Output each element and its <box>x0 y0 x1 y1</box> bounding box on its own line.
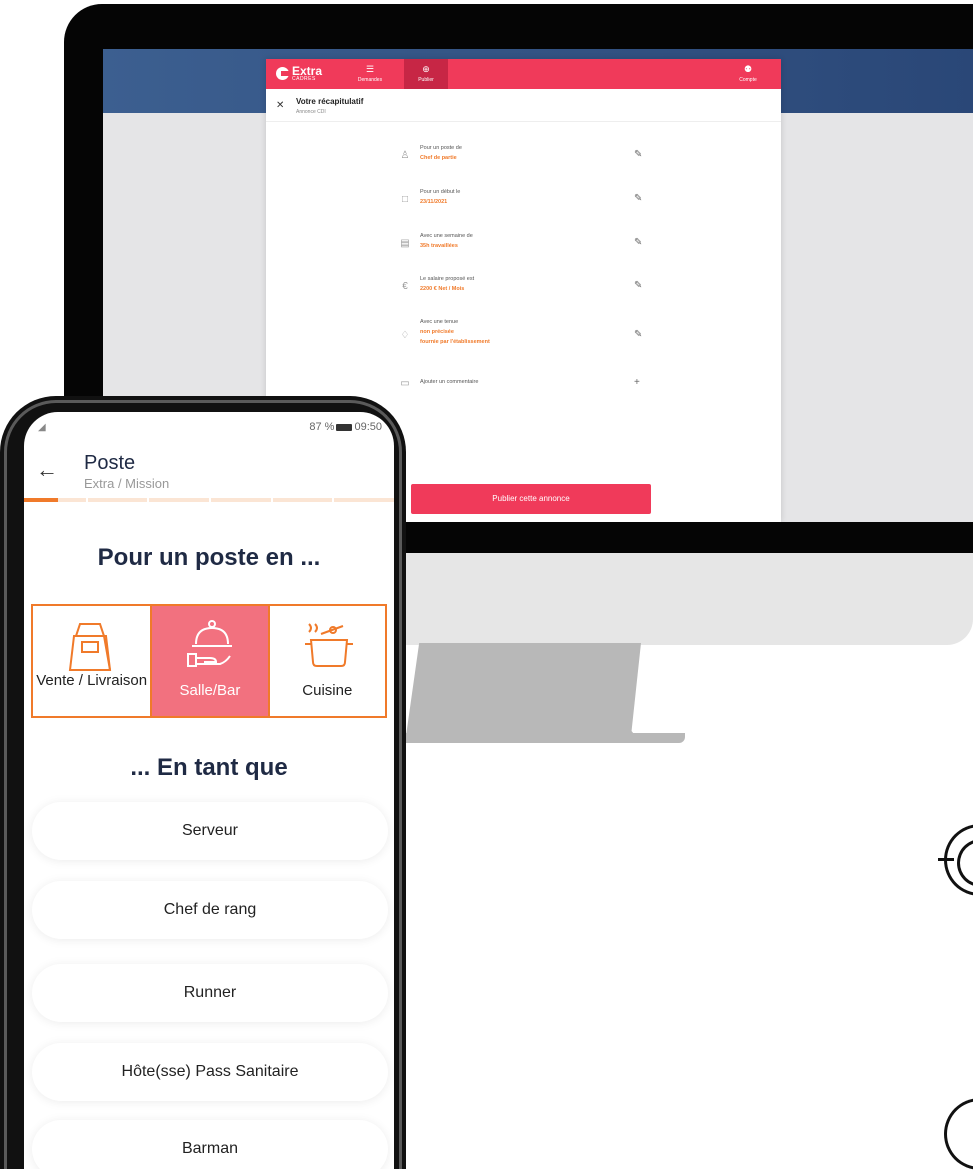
cloche-serving-icon <box>186 620 232 667</box>
role-option-hote-pass-sanitaire[interactable]: Hôte(sse) Pass Sanitaire <box>32 1043 388 1101</box>
user-icon: ♙ <box>400 150 410 161</box>
page-title: Poste <box>84 452 136 474</box>
calendar-icon: □ <box>401 194 409 205</box>
pencil-icon[interactable]: ✎ <box>634 280 642 291</box>
recap-subtitle: Annonce CDI <box>296 109 326 115</box>
plus-icon[interactable]: + <box>634 377 640 388</box>
section-title-category: Pour un poste en ... <box>97 544 321 571</box>
nav-compte[interactable]: ⚉ Compte <box>726 59 770 89</box>
user-icon: ⚉ <box>743 64 753 74</box>
app-logo[interactable]: Extra CADRES <box>276 64 336 83</box>
signal-icon: ◢ <box>38 422 46 433</box>
decorative-circle-icon <box>938 824 973 896</box>
uniform-icon: ♢ <box>400 330 410 341</box>
nav-demandes[interactable]: ☰ Demandes <box>348 59 392 89</box>
decorative-arc-icon <box>944 1098 973 1170</box>
back-arrow-icon[interactable]: ← <box>36 457 58 483</box>
summary-row-poste[interactable]: ♙ Pour un poste de Chef de partie ✎ <box>398 145 648 185</box>
progress-tick <box>271 498 273 502</box>
clock: 09:50 <box>354 421 382 433</box>
role-option-runner[interactable]: Runner <box>32 964 388 1022</box>
progress-tick <box>147 498 149 502</box>
nav-publier[interactable]: ⊕ Publier <box>404 59 448 89</box>
phone-screen: ◢ 87 % 09:50 ← Poste Extra / Mission Pour… <box>24 412 394 1169</box>
summary-row-salaire[interactable]: € Le salaire proposé est 2200 € Net / Mo… <box>398 276 648 316</box>
app-header: Extra CADRES ☰ Demandes ⊕ Publier ⚉ Comp… <box>266 59 781 89</box>
euro-icon: € <box>402 281 408 292</box>
progress-tick <box>332 498 334 502</box>
monitor-stand <box>405 643 641 743</box>
pencil-icon[interactable]: ✎ <box>634 193 642 204</box>
close-icon[interactable]: ✕ <box>276 100 284 111</box>
category-salle-bar[interactable]: Salle/Bar <box>150 606 268 716</box>
publish-button[interactable]: Publier cette annonce <box>411 484 651 514</box>
category-cuisine[interactable]: Cuisine <box>267 606 385 716</box>
section-title-role: ... En tant que <box>130 754 288 781</box>
summary-row-tenue[interactable]: ♢ Avec une tenue non précisée fournie pa… <box>398 319 648 359</box>
battery-icon <box>336 423 353 431</box>
comment-icon: ▭ <box>400 378 410 389</box>
battery-percent: 87 % <box>309 421 335 433</box>
progress-fill <box>24 498 58 502</box>
stack-icon: ☰ <box>365 64 375 74</box>
role-option-chef-de-rang[interactable]: Chef de rang <box>32 881 388 939</box>
cooking-pot-icon <box>305 623 354 667</box>
page-subtitle: Extra / Mission <box>84 476 170 491</box>
logo-subtext: CADRES <box>292 76 316 82</box>
role-option-barman[interactable]: Barman <box>32 1120 388 1169</box>
category-selector: Vente / Livraison Salle/Bar Cuisine <box>31 604 387 718</box>
monitor-stand-foot <box>405 733 685 743</box>
pencil-icon[interactable]: ✎ <box>634 149 642 160</box>
shopping-bag-icon <box>68 623 111 671</box>
summary-row-commentaire[interactable]: ▭ Ajouter un commentaire + <box>398 373 648 413</box>
pencil-icon[interactable]: ✎ <box>634 329 642 340</box>
status-bar: 87 % 09:50 <box>309 421 382 433</box>
progress-tick <box>209 498 211 502</box>
calendar-week-icon: ▤ <box>400 238 410 249</box>
divider <box>266 121 781 122</box>
plus-circle-icon: ⊕ <box>422 64 430 74</box>
summary-row-semaine[interactable]: ▤ Avec une semaine de 35h travaillées ✎ <box>398 233 648 273</box>
category-vente-livraison[interactable]: Vente / Livraison <box>33 606 150 716</box>
pencil-icon[interactable]: ✎ <box>634 237 642 248</box>
progress-tick <box>86 498 88 502</box>
summary-row-debut[interactable]: □ Pour un début le 23/11/2021 ✎ <box>398 189 648 229</box>
recap-title: Votre récapitulatif <box>296 97 364 106</box>
logo-mark-icon <box>276 67 289 80</box>
role-option-serveur[interactable]: Serveur <box>32 802 388 860</box>
